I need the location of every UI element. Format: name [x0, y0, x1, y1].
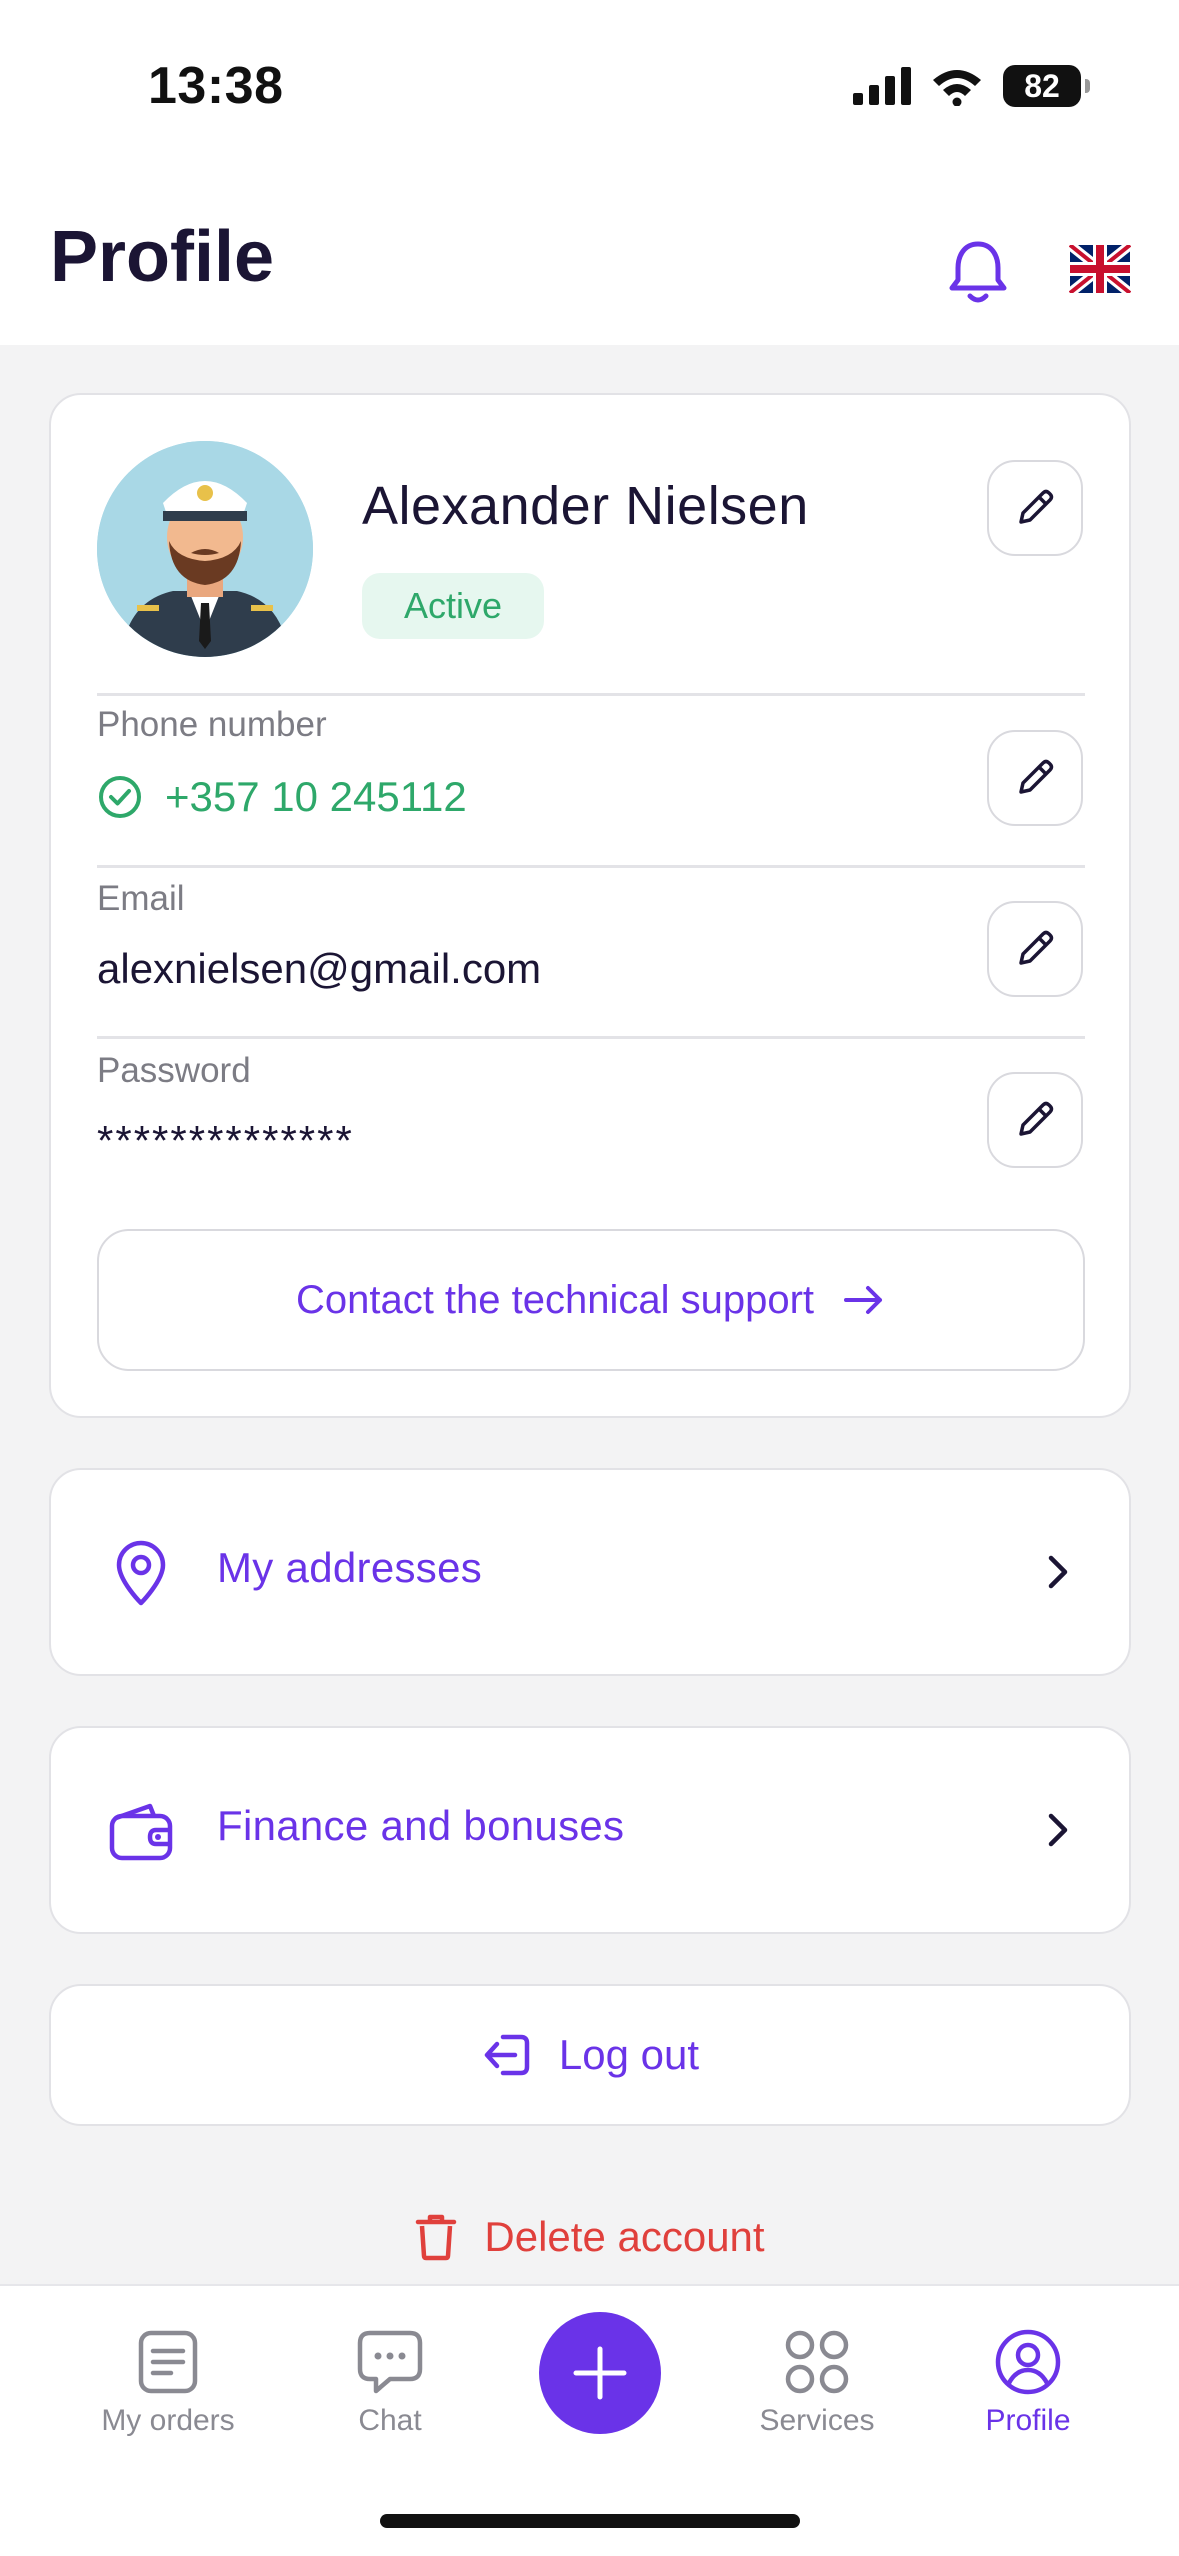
avatar	[97, 441, 313, 657]
status-badge: Active	[362, 573, 544, 639]
edit-name-button[interactable]	[987, 460, 1083, 556]
email-label: Email	[97, 879, 185, 918]
top-bar: 13:38 82 Profile	[0, 0, 1179, 345]
edit-phone-button[interactable]	[987, 730, 1083, 826]
wallet-icon	[101, 1792, 181, 1872]
phone-label: Phone number	[97, 705, 327, 744]
pencil-icon	[1019, 489, 1054, 524]
trash-icon	[416, 2214, 457, 2261]
delete-account-button[interactable]: Delete account	[0, 2212, 1179, 2262]
delete-account-label: Delete account	[484, 2213, 765, 2260]
plus-icon	[573, 2346, 627, 2400]
uk-flag-icon[interactable]	[1069, 245, 1131, 293]
tab-chat[interactable]: Chat	[290, 2326, 490, 2438]
profile-icon	[992, 2326, 1064, 2398]
profile-card: Alexander Nielsen Active Phone number +3…	[49, 393, 1131, 1418]
email-value: alexnielsen@gmail.com	[97, 945, 542, 992]
chat-icon	[354, 2326, 426, 2398]
contact-support-label: Contact the technical support	[295, 1277, 815, 1322]
password-label: Password	[97, 1051, 251, 1090]
verified-check-icon	[99, 776, 141, 818]
tab-my-orders[interactable]: My orders	[68, 2326, 268, 2438]
logout-button[interactable]: Log out	[49, 1984, 1131, 2126]
home-indicator	[380, 2514, 800, 2528]
edit-email-button[interactable]	[987, 901, 1083, 997]
phone-field: +357 10 245112	[97, 773, 467, 821]
my-addresses-label: My addresses	[217, 1544, 483, 1591]
location-pin-icon	[101, 1534, 181, 1614]
divider	[97, 1036, 1085, 1039]
orders-icon	[132, 2326, 204, 2398]
phone-value: +357 10 245112	[165, 773, 467, 820]
divider	[97, 865, 1085, 868]
create-order-button[interactable]	[539, 2312, 661, 2434]
tab-profile-label: Profile	[985, 2404, 1071, 2437]
user-name: Alexander Nielsen	[362, 476, 809, 536]
chevron-right-icon	[1048, 1555, 1068, 1589]
chevron-right-icon	[1048, 1813, 1068, 1847]
finance-bonuses-label: Finance and bonuses	[217, 1802, 625, 1849]
signal-icon	[853, 67, 911, 105]
pencil-icon	[1019, 759, 1054, 794]
notification-bell-icon[interactable]	[944, 236, 1012, 308]
divider	[97, 693, 1085, 696]
status-icons: 82	[853, 62, 1090, 110]
wifi-icon	[933, 70, 981, 106]
pencil-icon	[1019, 930, 1054, 965]
finance-bonuses-item[interactable]: Finance and bonuses	[49, 1726, 1131, 1934]
tab-chat-label: Chat	[358, 2404, 422, 2437]
services-icon	[781, 2326, 853, 2398]
tab-services-label: Services	[759, 2404, 875, 2437]
logout-icon	[484, 2034, 530, 2076]
tab-profile[interactable]: Profile	[928, 2326, 1128, 2438]
edit-password-button[interactable]	[987, 1072, 1083, 1168]
password-value: **************	[97, 1117, 354, 1164]
contact-support-button[interactable]: Contact the technical support	[97, 1229, 1085, 1371]
captain-avatar-image	[97, 441, 313, 657]
battery-indicator: 82	[1003, 65, 1090, 107]
tab-my-orders-label: My orders	[101, 2404, 235, 2437]
pencil-icon	[1019, 1101, 1054, 1136]
tab-services[interactable]: Services	[717, 2326, 917, 2438]
status-time: 13:38	[148, 57, 284, 115]
page-title: Profile	[50, 217, 275, 297]
my-addresses-item[interactable]: My addresses	[49, 1468, 1131, 1676]
logout-label: Log out	[558, 2031, 700, 2078]
arrow-right-icon	[844, 1286, 883, 1314]
